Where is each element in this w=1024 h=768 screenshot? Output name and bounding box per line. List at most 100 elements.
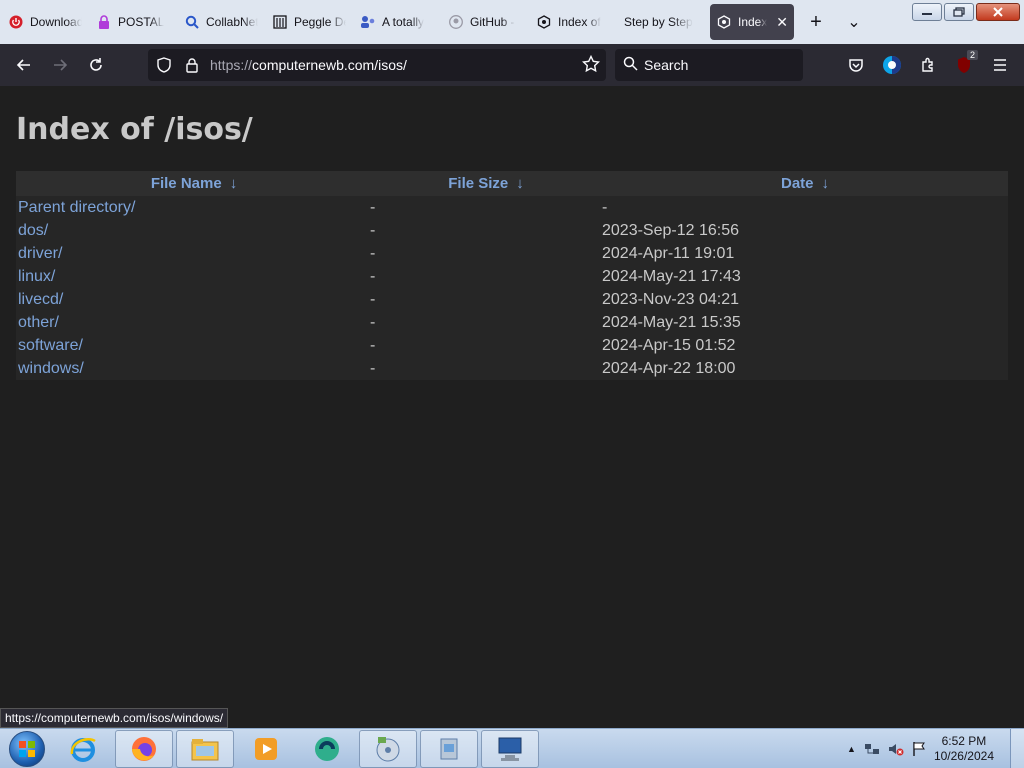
file-explorer-icon[interactable] (176, 729, 234, 768)
back-button[interactable] (8, 49, 40, 81)
firefox-icon[interactable] (115, 729, 173, 768)
tab-peggle[interactable]: Peggle Deluxe (266, 4, 352, 40)
system-tray: ▲ 6:52 PM 10/26/2024 (847, 729, 1024, 768)
close-window-button[interactable] (976, 3, 1020, 21)
tab-postal[interactable]: POSTAL (90, 4, 176, 40)
tab-title: POSTAL (118, 15, 165, 29)
windows-logo-icon (9, 730, 45, 767)
start-button[interactable] (0, 729, 54, 768)
tab-title: Peggle Deluxe (294, 15, 346, 29)
date-cell: 2024-Apr-11 19:01 (602, 244, 735, 262)
clock[interactable]: 6:52 PM 10/26/2024 (934, 734, 994, 764)
tab-title: GitHub - (470, 15, 515, 29)
search-placeholder: Search (644, 57, 689, 73)
search-input[interactable]: Search (615, 49, 803, 81)
url-bar[interactable]: https://computernewb.com/isos/ (148, 49, 606, 81)
tab-title: Step by Step (624, 15, 693, 29)
directory-link[interactable]: Parent directory/ (18, 199, 135, 216)
table-row: livecd/ - 2023-Nov-23 04:21 (16, 288, 1008, 311)
ublock-extension-icon[interactable]: 2 (948, 49, 980, 81)
computer-icon[interactable] (481, 729, 539, 768)
volume-muted-icon[interactable] (888, 741, 904, 757)
reload-button[interactable] (80, 49, 112, 81)
file-size-cell: - (370, 267, 376, 285)
show-desktop-button[interactable] (1010, 729, 1024, 768)
bookmark-star-icon[interactable] (581, 54, 601, 78)
table-row: linux/ - 2024-May-21 17:43 (16, 265, 1008, 288)
restore-button[interactable] (944, 3, 974, 21)
directory-link[interactable]: dos/ (18, 222, 48, 239)
header-file-name[interactable]: File Name ↓ (16, 171, 370, 196)
navigation-toolbar: https://computernewb.com/isos/ Search 2 (0, 44, 1024, 86)
extensions-puzzle-icon[interactable] (912, 49, 944, 81)
menu-hamburger-icon[interactable] (984, 49, 1016, 81)
header-date[interactable]: Date ↓ (602, 171, 1008, 196)
link-status-url: https://computernewb.com/isos/windows/ (0, 708, 229, 728)
server-icon (536, 14, 552, 30)
tab-list-chevron-icon[interactable]: ⌄ (838, 6, 870, 38)
directory-link[interactable]: livecd/ (18, 291, 63, 308)
minimize-button[interactable] (912, 3, 942, 21)
clock-time: 6:52 PM (941, 734, 987, 748)
clock-date: 10/26/2024 (933, 749, 994, 763)
back-arrow-icon (16, 59, 30, 71)
tab-title: Download (30, 15, 82, 29)
table-row: software/ - 2024-Apr-15 01:52 (16, 334, 1008, 357)
windows-taskbar: ▲ 6:52 PM 10/26/2024 (0, 728, 1024, 768)
tracking-shield-icon[interactable] (152, 57, 176, 73)
search-icon (623, 56, 638, 74)
tab-index-active[interactable]: Index ✕ (710, 4, 794, 40)
tab-title: CollabNet (206, 15, 258, 29)
date-cell: 2024-Apr-22 18:00 (602, 359, 736, 377)
directory-link[interactable]: windows/ (18, 360, 84, 377)
forward-arrow-icon (54, 59, 68, 71)
close-tab-icon[interactable]: ✕ (776, 14, 788, 31)
directory-link[interactable]: software/ (18, 337, 83, 354)
app-icon[interactable] (298, 730, 356, 768)
installer-icon[interactable] (420, 729, 478, 768)
sort-arrow-icon: ↓ (229, 175, 238, 192)
directory-link[interactable]: linux/ (18, 268, 55, 285)
lock-icon[interactable] (180, 57, 204, 73)
archive-icon (272, 14, 288, 30)
directory-link[interactable]: other/ (18, 314, 59, 331)
date-cell: 2023-Sep-12 16:56 (602, 221, 739, 239)
file-size-cell: - (370, 290, 376, 308)
sort-arrow-icon: ↓ (821, 175, 830, 192)
date-cell: 2024-May-21 17:43 (602, 267, 741, 285)
account-icon[interactable] (876, 49, 908, 81)
file-size-cell: - (370, 198, 376, 216)
tab-download[interactable]: Download (2, 4, 88, 40)
tab-step-by-step[interactable]: Step by Step (618, 4, 704, 40)
forward-button[interactable] (44, 49, 76, 81)
file-size-cell: - (370, 221, 376, 239)
media-player-icon[interactable] (237, 730, 295, 768)
file-size-cell: - (370, 359, 376, 377)
date-cell: 2024-Apr-15 01:52 (602, 336, 736, 354)
reload-icon (90, 58, 102, 71)
header-file-size[interactable]: File Size ↓ (370, 171, 602, 196)
red-power-icon (8, 14, 24, 30)
blue-search-icon (184, 14, 200, 30)
internet-explorer-icon[interactable] (54, 730, 112, 768)
pocket-icon[interactable] (840, 49, 872, 81)
file-size-cell: - (370, 313, 376, 331)
tray-expand-icon[interactable]: ▲ (847, 744, 856, 754)
date-cell: - (602, 198, 608, 216)
date-cell: 2024-May-21 15:35 (602, 313, 741, 331)
tab-a-totally[interactable]: A totally (354, 4, 440, 40)
tab-index-of[interactable]: Index of (530, 4, 616, 40)
tab-collabnet[interactable]: CollabNet (178, 4, 264, 40)
tab-title: Index of (558, 15, 601, 29)
network-icon[interactable] (864, 741, 880, 757)
toolbar-icons: 2 (836, 49, 1016, 81)
action-center-flag-icon[interactable] (912, 741, 926, 757)
new-tab-button[interactable]: + (800, 6, 832, 38)
table-row: windows/ - 2024-Apr-22 18:00 (16, 357, 1008, 380)
tab-github[interactable]: GitHub - (442, 4, 528, 40)
directory-link[interactable]: driver/ (18, 245, 62, 262)
disc-tool-icon[interactable] (359, 729, 417, 768)
url-text[interactable]: https://computernewb.com/isos/ (210, 57, 407, 73)
people-icon (360, 14, 376, 30)
file-size-cell: - (370, 244, 376, 262)
